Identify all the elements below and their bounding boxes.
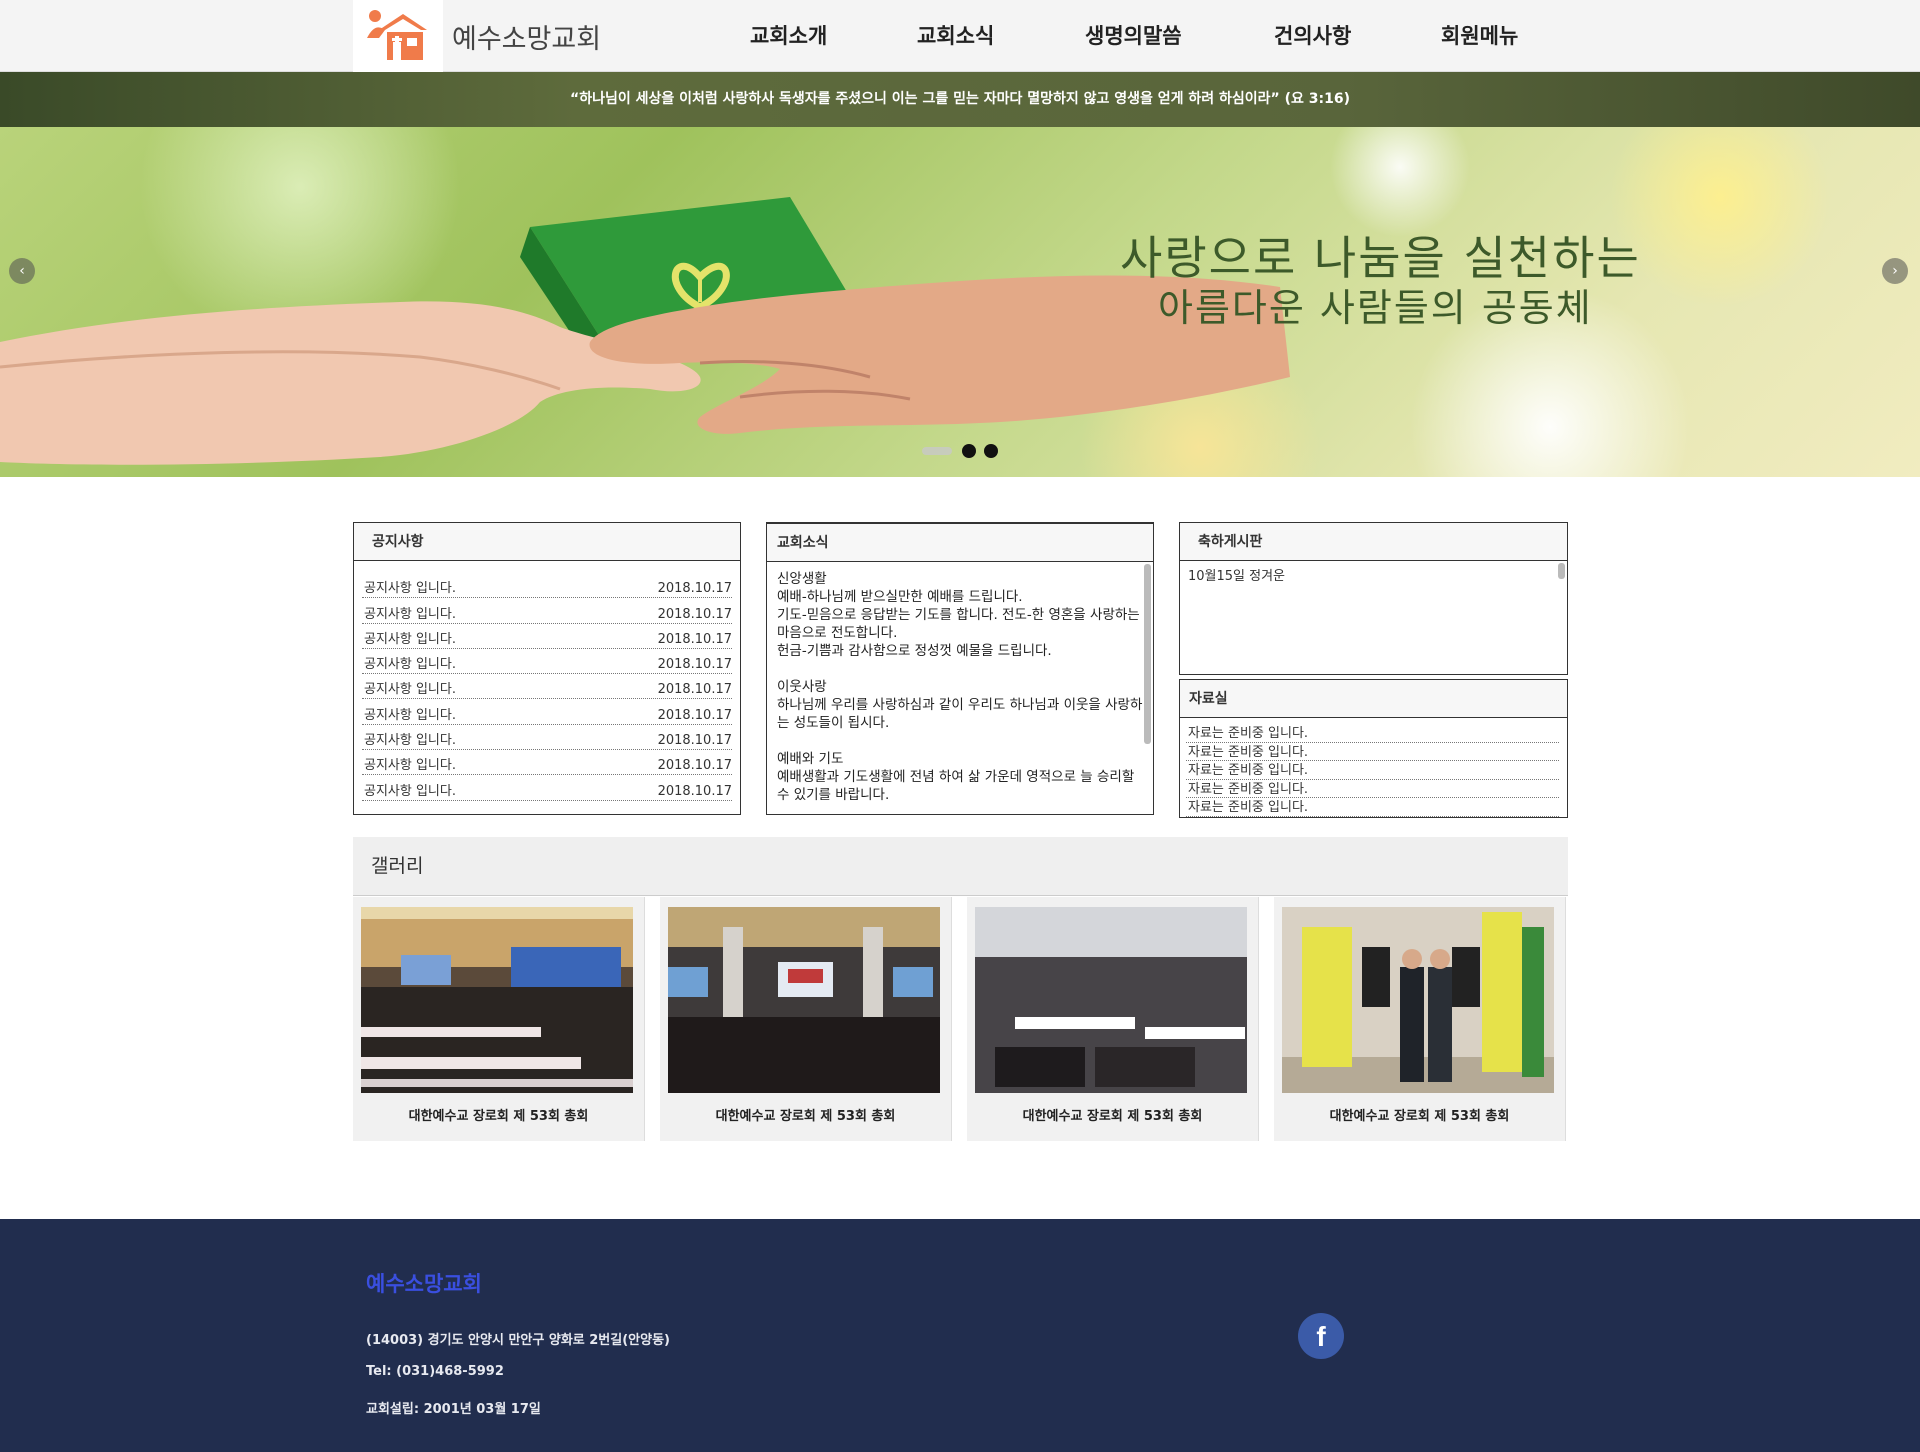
congrats-item[interactable]: 10월15일 정겨운 xyxy=(1180,561,1567,588)
archive-panel-title[interactable]: 자료실 xyxy=(1180,680,1567,718)
congrats-panel: 축하게시판 10월15일 정겨운 xyxy=(1179,522,1568,675)
gallery-photo-seated-delegates[interactable] xyxy=(975,907,1247,1093)
church-news-panel: 교회소식 신앙생활 예배-하나님께 받으실만한 예배를 드립니다. 기도-믿음으… xyxy=(766,522,1154,815)
archive-item[interactable]: 자료는 준비중 입니다. xyxy=(1186,743,1559,762)
notice-item[interactable]: 공지사항 입니다. 2018.10.17 xyxy=(362,598,732,624)
notice-item[interactable]: 공지사항 입니다. 2018.10.17 xyxy=(362,674,732,700)
congrats-scrollbar[interactable] xyxy=(1558,563,1565,579)
nav-item-church-intro[interactable]: 교회소개 xyxy=(750,20,827,50)
church-news-body: 신앙생활 예배-하나님께 받으실만한 예배를 드립니다. 기도-믿음으로 응답받… xyxy=(777,571,1143,803)
gallery-photo-assembly-stage[interactable] xyxy=(668,907,940,1093)
notice-item[interactable]: 공지사항 입니다. 2018.10.17 xyxy=(362,649,732,675)
gallery-photo-conference-hall[interactable] xyxy=(361,907,633,1093)
gallery-card[interactable]: 대한예수교 장로회 제 53회 총회 xyxy=(967,897,1259,1141)
slider-prev-arrow-icon[interactable]: ‹ xyxy=(9,258,35,284)
congrats-panel-title[interactable]: 축하게시판 xyxy=(1180,523,1567,561)
church-news-title[interactable]: 교회소식 xyxy=(767,524,1153,562)
notice-item[interactable]: 공지사항 입니다. 2018.10.17 xyxy=(362,699,732,725)
gallery-caption[interactable]: 대한예수교 장로회 제 53회 총회 xyxy=(353,1105,644,1124)
banner-headline-line2: 아름다운 사람들의 공동체 xyxy=(1158,286,1593,330)
notice-item[interactable]: 공지사항 입니다. 2018.10.17 xyxy=(362,750,732,776)
gallery-title[interactable]: 갤러리 xyxy=(353,837,1568,896)
notice-list: 공지사항 입니다. 2018.10.17 공지사항 입니다. 2018.10.17 … xyxy=(354,561,740,801)
footer-phone: Tel: (031)468-5992 xyxy=(366,1364,504,1379)
archive-item[interactable]: 자료는 준비중 입니다. xyxy=(1186,724,1559,743)
archive-item[interactable]: 자료는 준비중 입니다. xyxy=(1186,780,1559,799)
footer-founded-date: 교회설립: 2001년 03월 17일 xyxy=(366,1402,541,1417)
gallery-caption[interactable]: 대한예수교 장로회 제 53회 총회 xyxy=(967,1105,1258,1124)
nav-item-member-menu[interactable]: 회원메뉴 xyxy=(1441,20,1518,50)
archive-list: 자료는 준비중 입니다. 자료는 준비중 입니다. 자료는 준비중 입니다. 자… xyxy=(1180,718,1567,817)
gallery-card[interactable]: 대한예수교 장로회 제 53회 총회 xyxy=(1274,897,1566,1141)
church-news-scrollbar[interactable] xyxy=(1144,564,1151,744)
hands-giving-gift-illustration xyxy=(0,197,1290,465)
gallery-card[interactable]: 대한예수교 장로회 제 53회 총회 xyxy=(353,897,645,1141)
main-nav: 교회소개 교회소식 생명의말씀 건의사항 회원메뉴 xyxy=(0,20,1920,52)
facebook-icon[interactable]: f xyxy=(1298,1313,1344,1359)
archive-panel: 자료실 자료는 준비중 입니다. 자료는 준비중 입니다. 자료는 준비중 입니… xyxy=(1179,679,1568,818)
site-header: 예수소망교회 교회소개 교회소식 생명의말씀 건의사항 회원메뉴 xyxy=(0,0,1920,72)
notice-item[interactable]: 공지사항 입니다. 2018.10.17 xyxy=(362,624,732,649)
nav-item-church-news[interactable]: 교회소식 xyxy=(917,20,994,50)
nav-item-word-of-life[interactable]: 생명의말씀 xyxy=(1085,20,1182,50)
gallery-card[interactable]: 대한예수교 장로회 제 53회 총회 xyxy=(660,897,952,1141)
notice-panel: 공지사항 공지사항 입니다. 2018.10.17 공지사항 입니다. 2018.1… xyxy=(353,522,741,815)
archive-item[interactable]: 자료는 준비중 입니다. xyxy=(1186,798,1559,817)
footer-address: (14003) 경기도 안양시 만안구 양화로 2번길(안양동) xyxy=(366,1333,670,1348)
notice-item[interactable]: 공지사항 입니다. 2018.10.17 xyxy=(362,775,732,801)
notice-item[interactable]: 공지사항 입니다. 2018.10.17 xyxy=(362,573,732,599)
notice-item[interactable]: 공지사항 입니다. 2018.10.17 xyxy=(362,725,732,751)
site-footer: 예수소망교회 (14003) 경기도 안양시 만안구 양화로 2번길(안양동) … xyxy=(0,1219,1920,1452)
archive-item[interactable]: 자료는 준비중 입니다. xyxy=(1186,761,1559,780)
gallery-caption[interactable]: 대한예수교 장로회 제 53회 총회 xyxy=(1274,1105,1565,1124)
notice-panel-title[interactable]: 공지사항 xyxy=(354,523,740,561)
slider-dot-active[interactable] xyxy=(922,447,952,455)
slider-dot-3[interactable] xyxy=(984,444,998,458)
gallery-photo-two-men-banners[interactable] xyxy=(1282,907,1554,1093)
nav-item-suggestions[interactable]: 건의사항 xyxy=(1274,20,1351,50)
bible-verse-bar: “하나님이 세상을 이처럼 사랑하사 독생자를 주셨으니 이는 그를 믿는 자마… xyxy=(0,72,1920,127)
gallery-caption[interactable]: 대한예수교 장로회 제 53회 총회 xyxy=(660,1105,951,1124)
hero-banner-slider: 사랑으로 나눔을 실천하는 아름다운 사람들의 공동체 xyxy=(0,127,1920,477)
slider-next-arrow-icon[interactable]: › xyxy=(1882,258,1908,284)
footer-church-name: 예수소망교회 xyxy=(366,1272,482,1296)
slider-dot-2[interactable] xyxy=(962,444,976,458)
